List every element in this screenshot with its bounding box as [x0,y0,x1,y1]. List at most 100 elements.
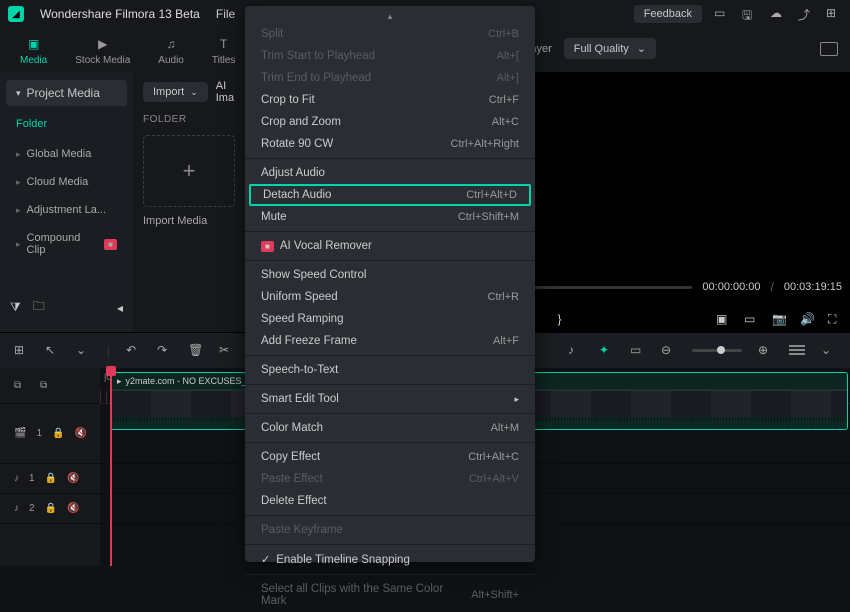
context-menu-label: Color Match [261,422,323,434]
chevron-down-icon[interactable]: ⌄ [821,343,836,358]
quality-select[interactable]: Full Quality ⌄ [564,38,656,59]
context-menu-label: Speech-to-Text [261,364,338,376]
context-menu-item-enable-timeline-snapping[interactable]: ✓Enable Timeline Snapping [245,548,535,571]
link-icon[interactable]: ⧉ [40,380,52,392]
playhead[interactable] [110,368,112,566]
import-button[interactable]: Import ⌄ [143,82,208,102]
crop-icon[interactable]: ▣ [716,312,730,326]
context-menu-item-rotate-90-cw[interactable]: Rotate 90 CWCtrl+Alt+Right [245,133,535,155]
tab-titles[interactable]: T Titles [208,33,240,68]
shortcut-label: Ctrl+Alt+C [468,451,519,463]
import-media-tile[interactable]: + [143,135,235,207]
context-menu-separator [245,260,535,261]
folder-icon[interactable]: 🗀 [33,297,45,318]
zoom-handle[interactable] [717,346,725,354]
context-menu-item-smart-edit-tool[interactable]: Smart Edit Tool▸ [245,388,535,410]
ai-images-button[interactable]: AI Ima [216,80,235,104]
context-menu-item-adjust-audio[interactable]: Adjust Audio [245,162,535,184]
context-menu-item-ai-vocal-remover[interactable]: ■AI Vocal Remover [245,235,535,257]
mute-icon[interactable]: 🔇 [67,503,79,514]
mute-icon[interactable]: 🔇 [74,428,86,439]
context-menu-label: Enable Timeline Snapping [276,554,410,566]
mute-icon[interactable]: 🔇 [67,473,79,484]
tab-stock-media[interactable]: ▶ Stock Media [71,33,134,68]
context-menu-item-detach-audio[interactable]: Detach AudioCtrl+Alt+D [249,184,531,206]
keyframe-icon[interactable]: ✦ [599,343,614,358]
context-menu-item-delete-effect[interactable]: Delete Effect [245,490,535,512]
context-menu-item-speech-to-text[interactable]: Speech-to-Text [245,359,535,381]
delete-icon[interactable]: 🗑 [188,343,203,358]
sidebar: ▾ Project Media Folder ▸Global Media ▸Cl… [0,72,133,332]
context-menu-item-speed-ramping[interactable]: Speed Ramping [245,308,535,330]
audio-icon: ♪ [14,503,19,514]
save-icon[interactable]: 🖫 [742,6,758,22]
redo-icon[interactable]: ↷ [157,343,172,358]
lock-icon[interactable]: 🔒 [45,473,57,484]
menu-file[interactable]: File [216,7,235,21]
chevron-right-icon: ▸ [16,149,21,160]
context-menu-label: Select all Clips with the Same Color Mar… [261,583,471,607]
filter-icon[interactable]: ⧩ [10,300,21,315]
zoom-out-icon[interactable]: ⊖ [661,343,676,358]
context-menu-item-show-speed-control[interactable]: Show Speed Control [245,264,535,286]
export-icon[interactable]: ⤴ [798,6,814,22]
context-menu-item-mute[interactable]: MuteCtrl+Shift+M [245,206,535,228]
cloud-icon[interactable]: ☁ [770,6,786,22]
context-menu-item-color-match[interactable]: Color MatchAlt+M [245,417,535,439]
tab-media[interactable]: ▣ Media [16,33,51,68]
feedback-button[interactable]: Feedback [634,5,702,23]
audio-track-1-label[interactable]: ♪ 1 🔒 🔇 [0,464,100,494]
context-menu-item-add-freeze-frame[interactable]: Add Freeze FrameAlt+F [245,330,535,352]
context-menu-item-crop-to-fit[interactable]: Crop to FitCtrl+F [245,89,535,111]
cut-icon[interactable]: ✂ [219,343,234,358]
undo-icon[interactable]: ↶ [126,343,141,358]
sidebar-project-media[interactable]: ▾ Project Media [6,80,127,106]
context-menu-item-copy-effect[interactable]: Copy EffectCtrl+Alt+C [245,446,535,468]
sidebar-item-adjustment-layer[interactable]: ▸Adjustment La... [6,198,127,222]
scroll-up-icon[interactable]: ▴ [245,10,535,23]
app-name: Wondershare Filmora 13 Beta [40,7,200,21]
time-total: 00:03:19:15 [784,281,842,293]
window-icon[interactable]: ▭ [714,6,730,22]
timeline-toggle-icon[interactable]: ⧉ [14,380,26,392]
apps-icon[interactable]: ⊞ [826,6,842,22]
cursor-icon[interactable]: ↖ [45,343,60,358]
sidebar-folder-label[interactable]: Folder [6,110,127,138]
context-menu-label: Rotate 90 CW [261,138,333,150]
track-view-icon[interactable] [789,345,805,357]
new-badge: ■ [104,239,117,250]
chevron-down-icon[interactable]: ⌄ [76,343,91,358]
fullscreen-icon[interactable]: ⛶ [828,312,842,326]
context-menu-item-crop-and-zoom[interactable]: Crop and ZoomAlt+C [245,111,535,133]
context-menu-label: Add Freeze Frame [261,335,357,347]
ai-badge: ■ [261,241,274,252]
video-track-label[interactable]: 🎬 1 🔒 🔇 [0,404,100,464]
sidebar-item-global-media[interactable]: ▸Global Media [6,142,127,166]
compare-icon[interactable]: ▭ [744,312,758,326]
collapse-icon[interactable]: ◂ [117,301,123,315]
zoom-in-icon[interactable]: ⊕ [758,343,773,358]
snapshot-icon[interactable]: 📷 [772,312,786,326]
tab-titles-label: Titles [212,55,236,66]
layout-icon[interactable]: ⊞ [14,343,29,358]
sidebar-item-compound-clip[interactable]: ▸Compound Clip■ [6,226,127,262]
sidebar-item-cloud-media[interactable]: ▸Cloud Media [6,170,127,194]
chevron-right-icon: ▸ [514,394,519,405]
audio-track-2-label[interactable]: ♪ 2 🔒 🔇 [0,494,100,524]
snapshot-icon[interactable] [820,42,838,56]
chevron-down-icon: ▾ [16,88,21,99]
lock-icon[interactable]: 🔒 [52,428,64,439]
quality-value: Full Quality [574,43,629,55]
marker-icon[interactable]: ▭ [630,343,645,358]
context-menu-label: Trim End to Playhead [261,72,371,84]
shortcut-label: Alt+[ [497,50,519,62]
zoom-slider[interactable] [692,349,742,352]
lock-icon[interactable]: 🔒 [45,503,57,514]
chevron-right-icon: ▸ [16,177,21,188]
tab-audio[interactable]: ♫ Audio [154,33,188,68]
tab-stock-media-label: Stock Media [75,55,130,66]
context-menu-item-uniform-speed[interactable]: Uniform SpeedCtrl+R [245,286,535,308]
audio-sync-icon[interactable]: ♪ [568,343,583,358]
volume-icon[interactable]: 🔊 [800,312,814,326]
mark-out-icon[interactable]: } [558,312,572,326]
